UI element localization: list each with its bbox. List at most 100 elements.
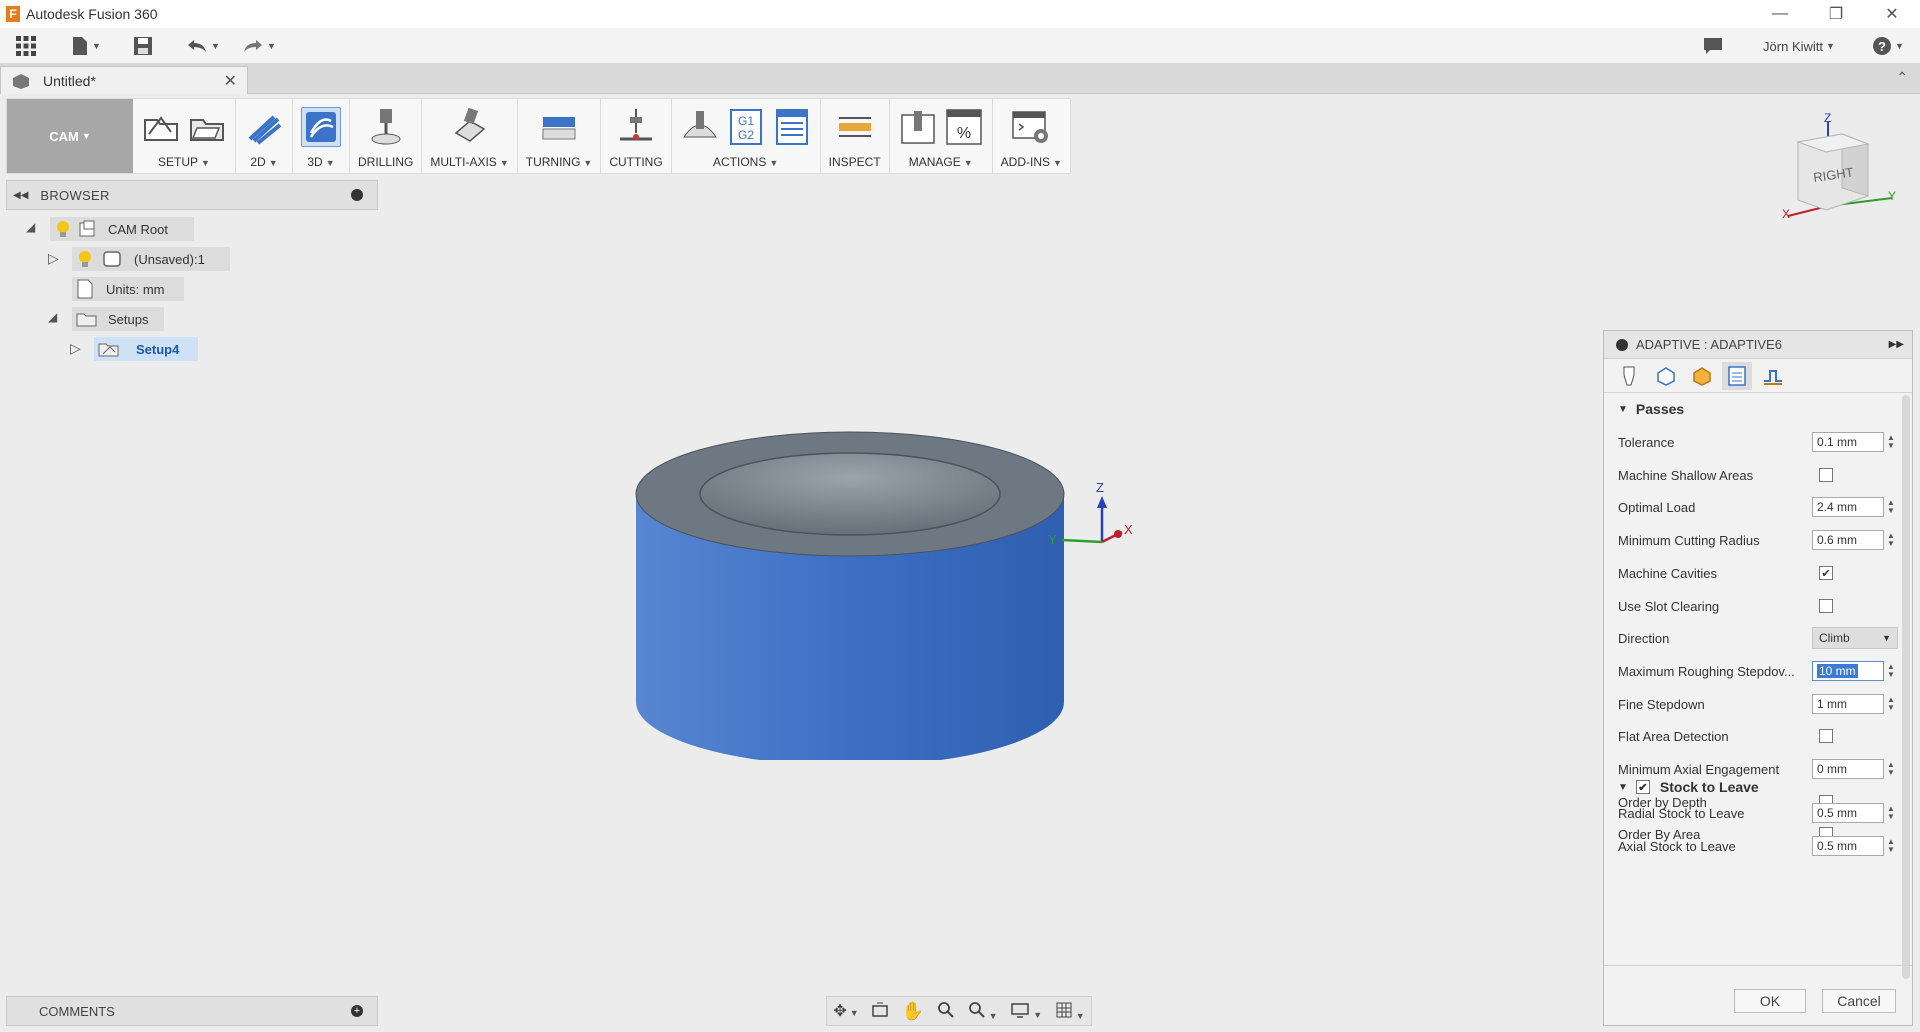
drill-icon[interactable] bbox=[366, 107, 406, 147]
number-input[interactable]: 2.4 mm bbox=[1812, 497, 1884, 517]
dialog-scrollbar[interactable] bbox=[1902, 395, 1910, 979]
multi-axis-icon[interactable] bbox=[450, 107, 490, 147]
save-button[interactable] bbox=[130, 33, 156, 59]
template-library-icon[interactable]: % bbox=[944, 107, 984, 147]
group-setup[interactable]: SETUP ▼ bbox=[133, 99, 236, 173]
dialog-header[interactable]: ADAPTIVE : ADAPTIVE6 ▶▶ bbox=[1604, 331, 1912, 359]
adaptive-clearing-icon[interactable] bbox=[301, 107, 341, 147]
direction-select[interactable]: Climb ▼ bbox=[1812, 627, 1898, 649]
group-cutting[interactable]: CUTTING bbox=[601, 99, 672, 173]
group-multi-axis[interactable]: MULTI-AXIS ▼ bbox=[422, 99, 518, 173]
spinner-icon[interactable]: ▲ ▼ bbox=[1887, 663, 1895, 679]
restore-button[interactable]: ❐ bbox=[1808, 0, 1864, 28]
spinner-icon[interactable]: ▲ ▼ bbox=[1887, 434, 1895, 450]
zoom-icon[interactable] bbox=[937, 1001, 955, 1022]
checkbox[interactable] bbox=[1819, 599, 1833, 613]
new-setup-icon[interactable] bbox=[141, 107, 181, 147]
viewcube[interactable]: RIGHT Z X Y bbox=[1780, 110, 1900, 230]
workspace-switcher[interactable]: CAM ▼ bbox=[7, 99, 133, 173]
data-panel-button[interactable] bbox=[12, 33, 40, 59]
expand-triangle-icon[interactable]: ▷ bbox=[48, 250, 59, 267]
group-manage[interactable]: % MANAGE ▼ bbox=[890, 99, 993, 173]
spinner-icon[interactable]: ▲ ▼ bbox=[1887, 696, 1895, 712]
turning-icon[interactable] bbox=[539, 107, 579, 147]
expand-triangle-icon[interactable]: ▷ bbox=[70, 340, 81, 357]
file-menu-button[interactable]: ▼ bbox=[66, 33, 106, 59]
tab-linking[interactable] bbox=[1758, 362, 1788, 390]
number-input[interactable]: 0 mm bbox=[1812, 759, 1884, 779]
2d-toolpath-icon[interactable] bbox=[244, 107, 284, 147]
group-2d[interactable]: 2D ▼ bbox=[236, 99, 293, 173]
dialog-minimize-icon[interactable] bbox=[1616, 338, 1628, 351]
tab-untitled[interactable]: Untitled* ✕ bbox=[0, 66, 248, 94]
collapse-triangle-icon[interactable]: ◢ bbox=[26, 220, 35, 234]
cylinder-part[interactable] bbox=[635, 431, 1065, 760]
spinner-icon[interactable]: ▲ ▼ bbox=[1887, 761, 1895, 777]
checkbox[interactable] bbox=[1819, 729, 1833, 743]
group-add-ins[interactable]: ADD-INS ▼ bbox=[993, 99, 1070, 173]
spinner-icon[interactable]: ▲ ▼ bbox=[1887, 838, 1895, 854]
setup-sheet-icon[interactable] bbox=[772, 107, 812, 147]
group-actions[interactable]: G1 G2 ACTIONS ▼ bbox=[672, 99, 821, 173]
comments-panel[interactable]: COMMENTS + bbox=[6, 996, 378, 1026]
help-button[interactable]: ? ▼ bbox=[1868, 33, 1908, 59]
measure-icon[interactable] bbox=[835, 107, 875, 147]
simulate-icon[interactable] bbox=[680, 107, 720, 147]
group-turning[interactable]: TURNING ▼ bbox=[518, 99, 602, 173]
lightbulb-icon[interactable] bbox=[54, 220, 72, 238]
folder-icon[interactable] bbox=[187, 107, 227, 147]
stock-section-header[interactable]: ▼ ✔ Stock to Leave bbox=[1618, 779, 1759, 795]
group-3d[interactable]: 3D ▼ bbox=[293, 99, 350, 173]
collapse-tabs-icon[interactable]: ⌃ bbox=[1896, 69, 1908, 86]
notifications-button[interactable] bbox=[1700, 33, 1726, 59]
tree-node-cam-root[interactable]: CAM Root bbox=[50, 217, 194, 241]
tree-node-setups[interactable]: Setups bbox=[72, 307, 164, 331]
pan-icon[interactable]: ✋ bbox=[902, 1001, 924, 1022]
look-at-icon[interactable] bbox=[871, 1002, 889, 1021]
stock-to-leave-checkbox[interactable]: ✔ bbox=[1635, 780, 1650, 794]
checkbox[interactable]: ✔ bbox=[1819, 566, 1833, 580]
number-input[interactable]: 1 mm bbox=[1812, 694, 1884, 714]
number-input[interactable]: 0.1 mm bbox=[1812, 432, 1884, 452]
number-input[interactable]: 10 mm bbox=[1812, 661, 1884, 681]
tree-node-setup4[interactable]: Setup4 bbox=[94, 337, 198, 361]
grid-settings-icon[interactable]: ▼ bbox=[1055, 1001, 1085, 1022]
browser-minimize-icon[interactable] bbox=[351, 189, 363, 201]
checkbox[interactable] bbox=[1819, 468, 1833, 482]
user-menu[interactable]: Jörn Kiwitt ▼ bbox=[1756, 33, 1842, 59]
close-tab-icon[interactable]: ✕ bbox=[224, 71, 237, 91]
group-inspect[interactable]: INSPECT bbox=[821, 99, 890, 173]
spinner-icon[interactable]: ▲ ▼ bbox=[1887, 805, 1895, 821]
close-window-button[interactable]: ✕ bbox=[1864, 0, 1920, 28]
display-settings-icon[interactable]: ▼ bbox=[1010, 1002, 1042, 1021]
minimize-button[interactable]: — bbox=[1752, 0, 1808, 28]
spinner-icon[interactable]: ▲ ▼ bbox=[1887, 499, 1895, 515]
spinner-icon[interactable]: ▲ ▼ bbox=[1887, 532, 1895, 548]
passes-section-header[interactable]: ▼ Passes bbox=[1618, 401, 1684, 417]
browser-panel-header[interactable]: ◀◀ BROWSER bbox=[6, 180, 378, 210]
tab-passes[interactable] bbox=[1722, 361, 1752, 390]
number-input[interactable]: 0.6 mm bbox=[1812, 530, 1884, 550]
cutting-icon[interactable] bbox=[616, 107, 656, 147]
radial-stock-input[interactable]: 0.5 mm bbox=[1812, 803, 1884, 823]
axial-stock-input[interactable]: 0.5 mm bbox=[1812, 836, 1884, 856]
tool-library-icon[interactable] bbox=[898, 107, 938, 147]
collapse-browser-icon[interactable]: ◀◀ bbox=[13, 190, 28, 201]
orbit-icon[interactable]: ✥ ▼ bbox=[833, 1001, 858, 1021]
tree-node-model[interactable]: (Unsaved):1 bbox=[72, 247, 230, 271]
add-comment-icon[interactable]: + bbox=[351, 1005, 363, 1017]
viewport-model[interactable]: Z Y X bbox=[600, 420, 1160, 760]
ok-button[interactable]: OK bbox=[1734, 989, 1806, 1013]
tree-node-units[interactable]: Units: mm bbox=[72, 277, 184, 301]
scripts-addins-icon[interactable] bbox=[1011, 107, 1051, 147]
section-collapse-icon[interactable]: ▼ bbox=[1618, 404, 1628, 415]
post-process-icon[interactable]: G1 G2 bbox=[726, 107, 766, 147]
lightbulb-icon[interactable] bbox=[76, 250, 94, 268]
tab-heights[interactable] bbox=[1686, 362, 1716, 390]
undo-button[interactable]: ▼ bbox=[180, 33, 226, 59]
group-drilling[interactable]: DRILLING bbox=[350, 99, 423, 173]
section-collapse-icon[interactable]: ▼ bbox=[1618, 782, 1628, 793]
tab-geometry[interactable] bbox=[1650, 362, 1680, 390]
fit-icon[interactable]: ▼ bbox=[968, 1001, 998, 1022]
cancel-button[interactable]: Cancel bbox=[1822, 989, 1896, 1013]
